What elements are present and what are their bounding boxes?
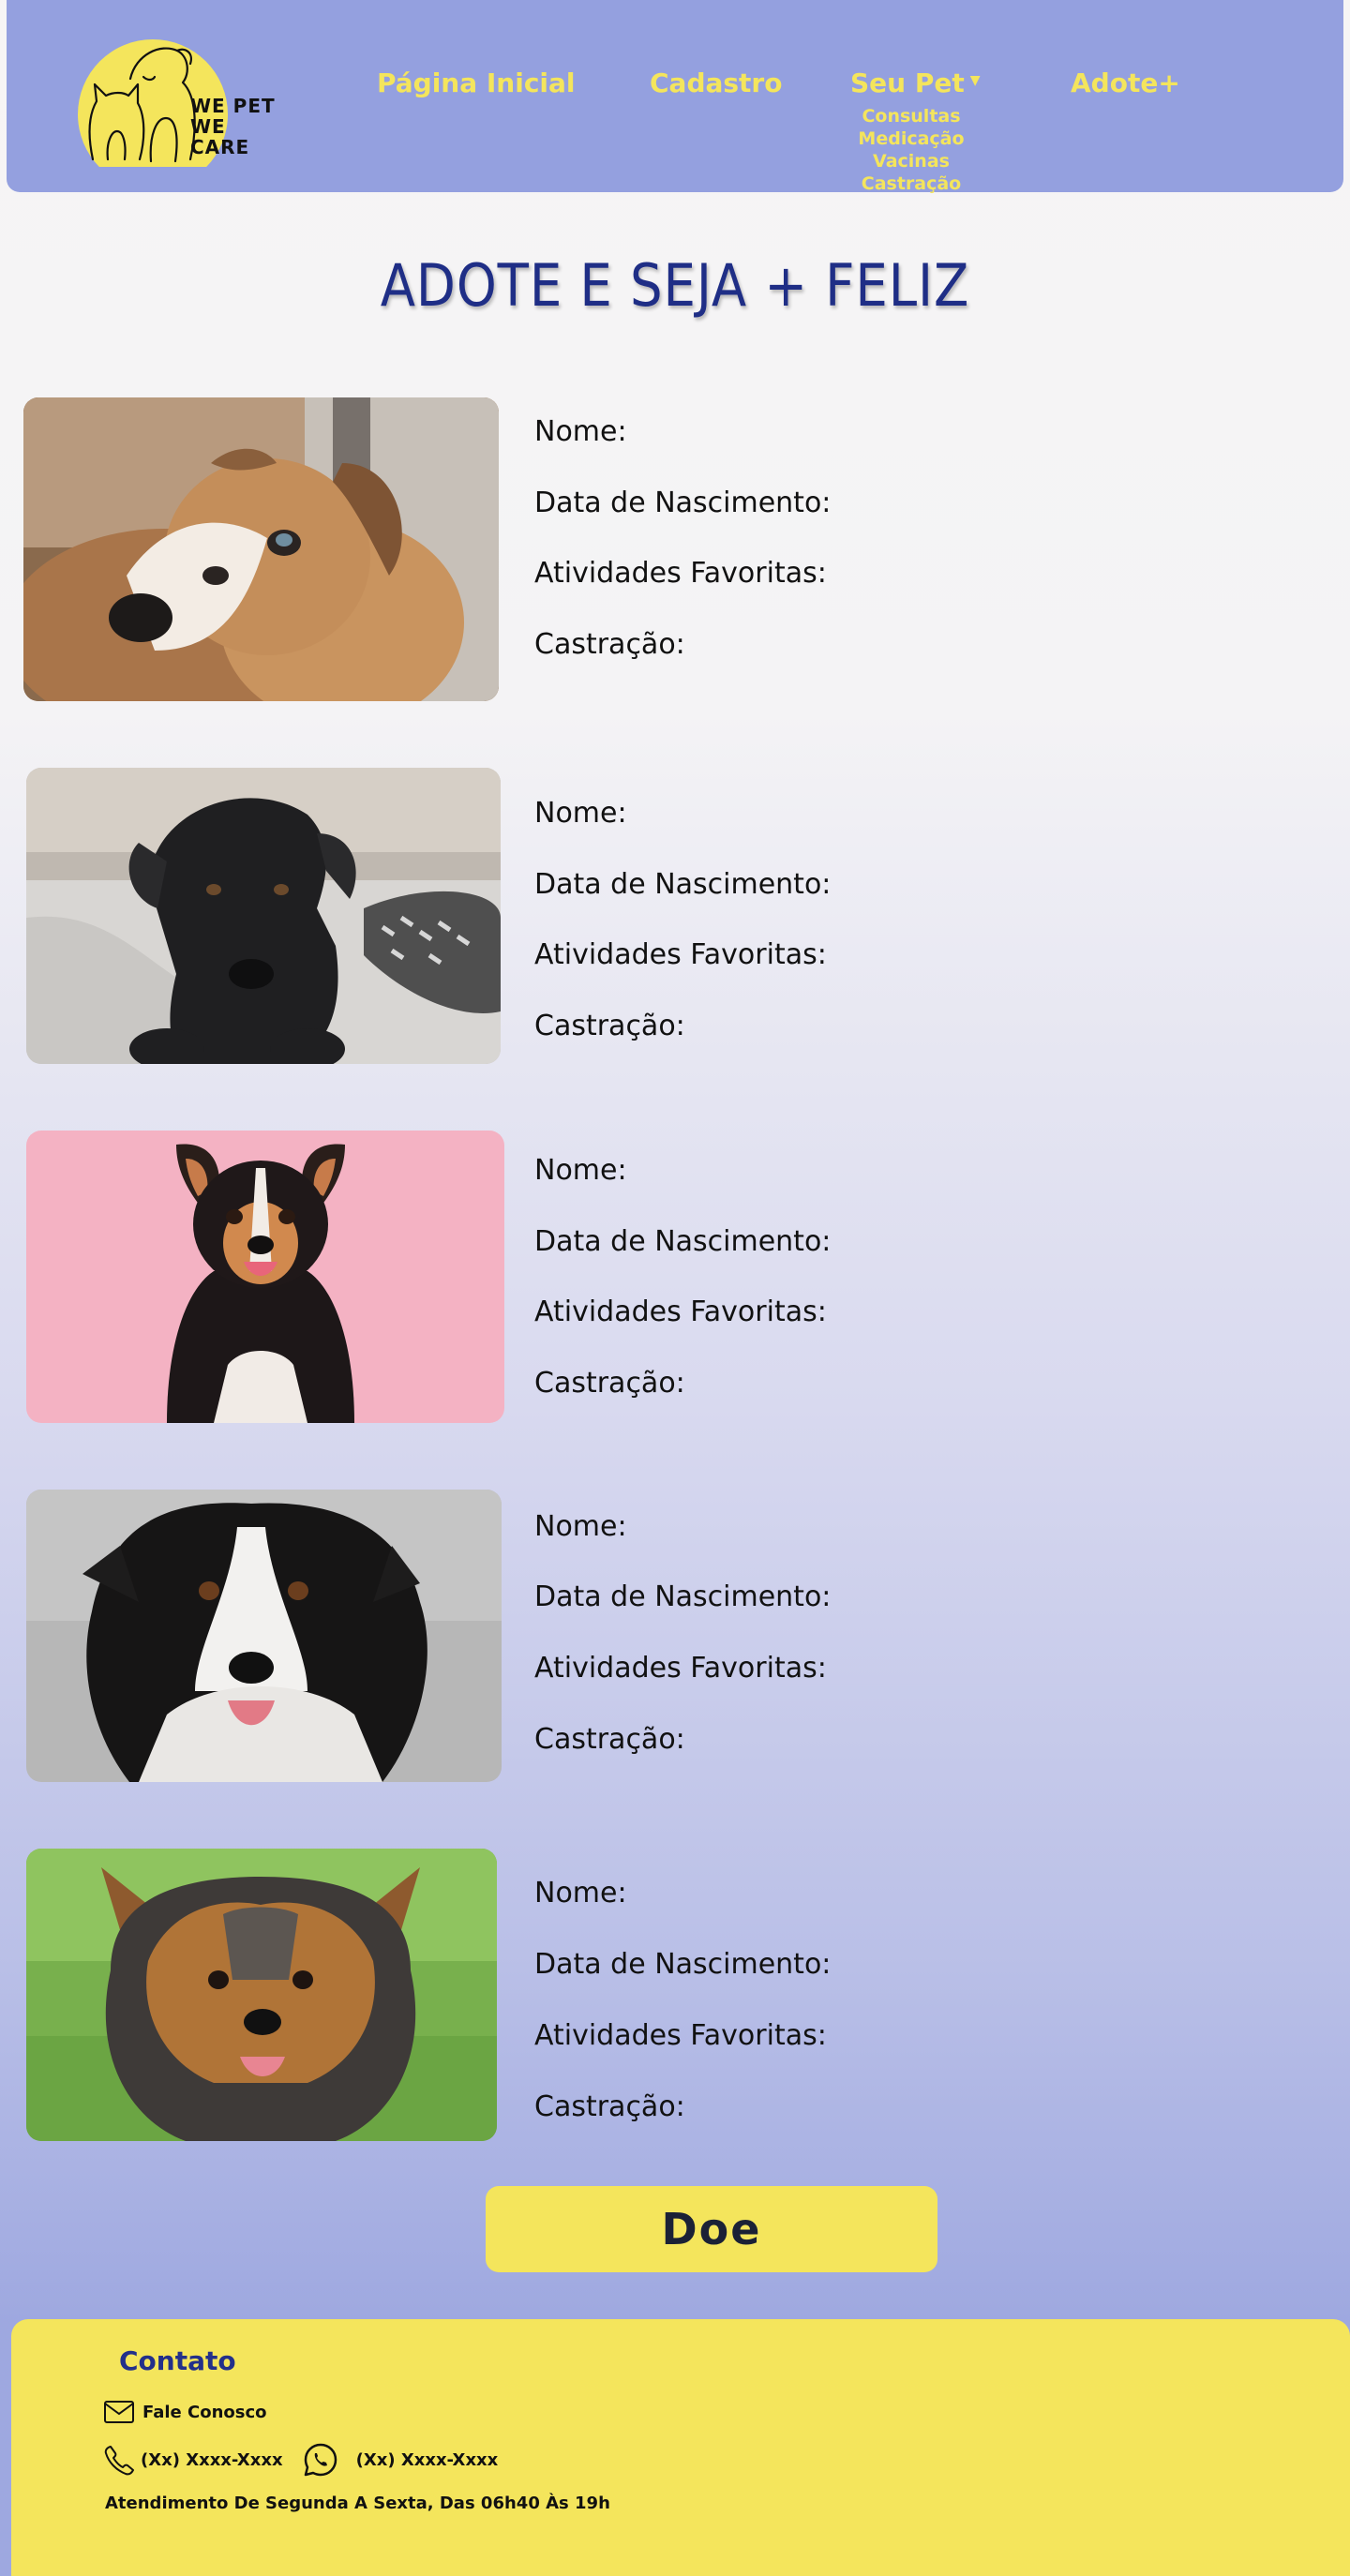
dog-photo-3 bbox=[26, 1131, 504, 1423]
footer-email-row[interactable]: Fale Conosco bbox=[103, 2400, 267, 2424]
dog-3-name-label: Nome: bbox=[534, 1154, 627, 1187]
your-pet-submenu: Consultas Medicação Vacinas Castração bbox=[841, 105, 982, 195]
border-collie-photo bbox=[26, 1490, 502, 1782]
dog-photo-4 bbox=[26, 1490, 502, 1782]
dog-3-birth-label: Data de Nascimento: bbox=[534, 1225, 832, 1258]
footer-hours-text: Atendimento De Segunda A Sexta, Das 06h4… bbox=[105, 2494, 610, 2513]
dog-3-castration-label: Castração: bbox=[534, 1367, 685, 1400]
envelope-icon bbox=[104, 2401, 134, 2423]
logo-wordmark: WE PET WE CARE bbox=[190, 96, 292, 157]
dog-photo-1 bbox=[23, 397, 499, 701]
dog-4-name-label: Nome: bbox=[534, 1510, 627, 1543]
nav-your-pet-label: Seu Pet bbox=[850, 67, 965, 98]
dog-1-castration-label: Castração: bbox=[534, 628, 685, 661]
phone-icon bbox=[104, 2446, 134, 2476]
page-title: ADOTE E SEJA + FELIZ bbox=[380, 251, 970, 320]
tricolor-dog-pink-background-photo bbox=[26, 1131, 504, 1423]
yorkshire-terrier-photo bbox=[26, 1849, 497, 2141]
submenu-item-vaccines[interactable]: Vacinas bbox=[841, 150, 982, 172]
caret-down-icon: ▼ bbox=[969, 73, 981, 88]
nav-link-home[interactable]: Página Inicial bbox=[377, 67, 576, 98]
dog-4-activities-label: Atividades Favoritas: bbox=[534, 1652, 827, 1685]
dog-1-birth-label: Data de Nascimento: bbox=[534, 487, 832, 519]
submenu-item-medication[interactable]: Medicação bbox=[841, 127, 982, 150]
site-header: WE PET WE CARE Página Inicial Cadastro S… bbox=[7, 0, 1343, 195]
dog-5-castration-label: Castração: bbox=[534, 2090, 685, 2123]
logo-line-2: WE CARE bbox=[190, 115, 250, 158]
dog-5-name-label: Nome: bbox=[534, 1877, 627, 1910]
submenu-item-castration[interactable]: Castração bbox=[841, 172, 982, 195]
donate-button[interactable]: Doe bbox=[486, 2186, 938, 2272]
dog-4-castration-label: Castração: bbox=[534, 1723, 685, 1756]
dog-2-name-label: Nome: bbox=[534, 797, 627, 830]
submenu-item-consultations[interactable]: Consultas bbox=[841, 105, 982, 127]
dog-2-castration-label: Castração: bbox=[534, 1010, 685, 1042]
dog-photo-2 bbox=[26, 768, 501, 1064]
dog-2-activities-label: Atividades Favoritas: bbox=[534, 938, 827, 971]
footer-contact-title: Contato bbox=[119, 2345, 236, 2376]
dog-photo-5 bbox=[26, 1849, 497, 2141]
black-puppy-photo bbox=[26, 768, 501, 1064]
dog-5-activities-label: Atividades Favoritas: bbox=[534, 2019, 827, 2052]
footer-whatsapp-number[interactable]: (Xx) Xxxx-Xxxx bbox=[356, 2450, 499, 2470]
brown-white-dog-photo bbox=[23, 397, 499, 701]
dog-1-activities-label: Atividades Favoritas: bbox=[534, 557, 827, 590]
nav-link-register[interactable]: Cadastro bbox=[650, 67, 782, 98]
nav-link-adopt[interactable]: Adote+ bbox=[1071, 67, 1180, 98]
dog-2-birth-label: Data de Nascimento: bbox=[534, 868, 832, 901]
dog-1-name-label: Nome: bbox=[534, 415, 627, 448]
site-footer: Contato Fale Conosco (Xx) Xxxx-Xxxx (Xx)… bbox=[11, 2319, 1350, 2576]
footer-hours-row: Atendimento De Segunda A Sexta, Das 06h4… bbox=[105, 2494, 610, 2513]
dog-4-birth-label: Data de Nascimento: bbox=[534, 1580, 832, 1613]
nav-dropdown-your-pet[interactable]: Seu Pet ▼ bbox=[850, 67, 981, 98]
whatsapp-icon bbox=[304, 2443, 337, 2477]
dog-5-birth-label: Data de Nascimento: bbox=[534, 1948, 832, 1981]
logo-line-1: WE PET bbox=[190, 95, 276, 117]
we-pet-we-care-logo[interactable]: WE PET WE CARE bbox=[70, 21, 292, 167]
footer-phone-row: (Xx) Xxxx-Xxxx (Xx) Xxxx-Xxxx bbox=[103, 2441, 498, 2479]
dog-3-activities-label: Atividades Favoritas: bbox=[534, 1295, 827, 1328]
footer-phone-number[interactable]: (Xx) Xxxx-Xxxx bbox=[141, 2450, 283, 2470]
footer-email-label: Fale Conosco bbox=[142, 2402, 267, 2422]
